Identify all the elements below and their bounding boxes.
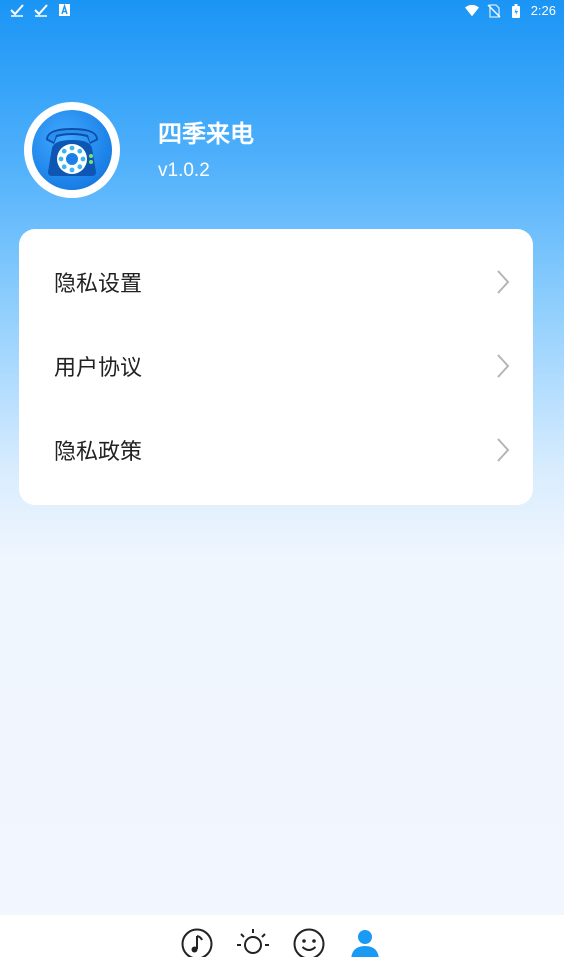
rotary-phone-icon	[46, 128, 98, 176]
app-avatar	[24, 102, 120, 198]
app-header: 四季来电 v1.0.2	[24, 102, 524, 198]
chevron-right-icon	[497, 438, 510, 462]
menu-item-label: 用户协议	[54, 356, 143, 381]
chevron-right-icon	[497, 270, 510, 294]
menu-item-label: 隐私政策	[54, 440, 143, 465]
battery-icon	[511, 3, 520, 18]
menu-item-user-agreement[interactable]: 用户协议	[19, 326, 533, 410]
check-icon	[10, 4, 24, 17]
menu-item-privacy-policy[interactable]: 隐私政策	[19, 410, 533, 494]
app-logo	[32, 110, 112, 190]
menu-item-privacy-settings[interactable]: 隐私设置	[19, 242, 533, 326]
chevron-right-icon	[497, 354, 510, 378]
sun-icon[interactable]	[236, 927, 270, 957]
person-icon[interactable]	[348, 927, 382, 957]
no-sim-icon	[487, 3, 501, 18]
settings-menu-card: 隐私设置 用户协议 隐私政策	[19, 229, 533, 505]
bottom-tab-bar	[0, 915, 564, 957]
status-bar: 2:26	[0, 0, 564, 24]
smiley-icon[interactable]	[292, 927, 326, 957]
app-version: v1.0.2	[158, 160, 210, 181]
menu-item-label: 隐私设置	[54, 272, 143, 297]
check-icon	[34, 4, 48, 17]
a-icon	[59, 3, 70, 16]
wifi-icon	[464, 4, 479, 16]
status-time: 2:26	[530, 3, 556, 18]
app-name: 四季来电	[158, 120, 254, 148]
music-note-icon[interactable]	[180, 927, 214, 957]
